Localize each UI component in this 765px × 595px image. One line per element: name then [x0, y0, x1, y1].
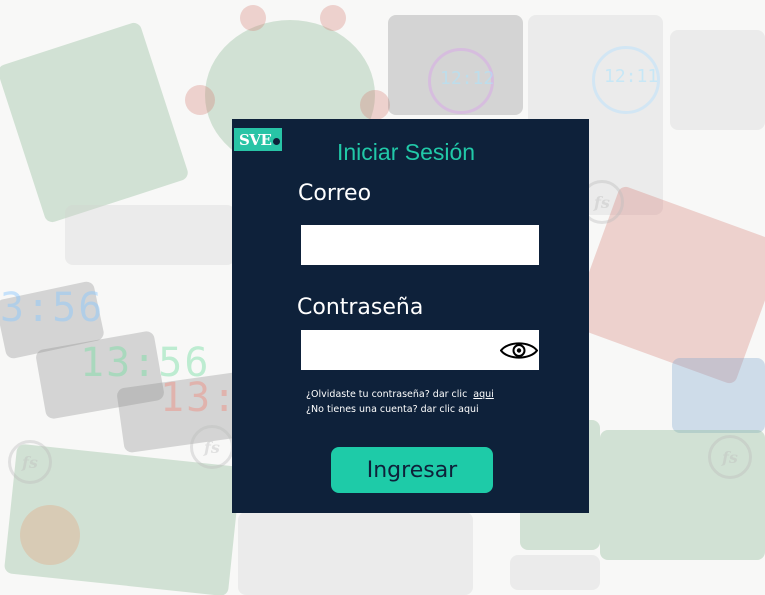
page-title: Iniciar Sesión — [337, 139, 476, 165]
forgot-password-row: ¿Olvidaste tu contraseña? dar clic aqui — [306, 389, 494, 400]
forgot-password-text: ¿Olvidaste tu contraseña? dar clic — [306, 389, 468, 400]
register-row: ¿No tienes una cuenta? dar clic aqui — [306, 404, 479, 415]
email-label: Correo — [298, 181, 372, 206]
sve-logo: SVE — [234, 128, 282, 151]
logo-dot-icon — [273, 138, 280, 145]
login-button[interactable]: Ingresar — [331, 447, 493, 493]
email-field[interactable] — [301, 225, 539, 265]
forgot-password-link[interactable]: aqui — [473, 389, 494, 400]
logo-text: SVE — [239, 130, 272, 149]
eye-icon[interactable] — [500, 340, 538, 361]
register-text: ¿No tienes una cuenta? dar clic — [306, 404, 456, 415]
password-label: Contraseña — [297, 295, 424, 320]
register-link[interactable]: aqui — [458, 404, 479, 415]
login-panel: SVE Iniciar Sesión Correo Contraseña ¿Ol… — [232, 119, 589, 513]
